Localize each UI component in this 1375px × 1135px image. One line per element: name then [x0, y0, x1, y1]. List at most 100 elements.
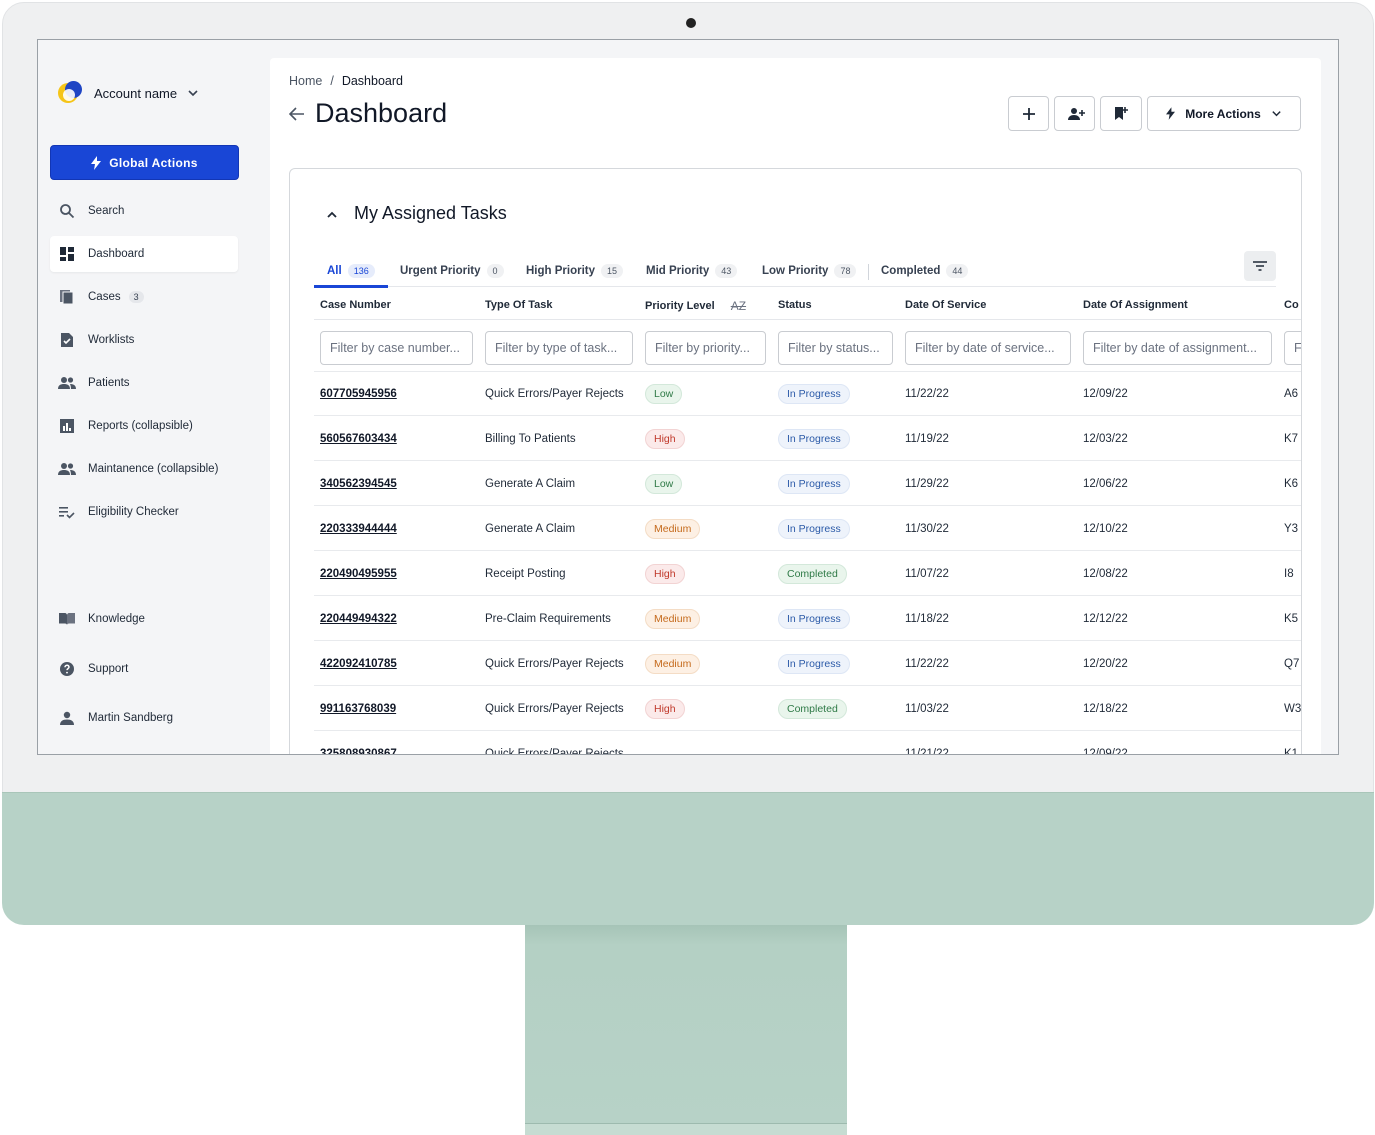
- card-header[interactable]: My Assigned Tasks: [326, 203, 507, 224]
- sidebar-item-eligibility-checker[interactable]: Eligibility Checker: [50, 494, 238, 530]
- column-header-priority-level[interactable]: Priority Level AZ: [645, 299, 746, 313]
- task-type-cell: Generate A Claim: [485, 477, 576, 490]
- table-cell: 11/30/22: [905, 506, 949, 551]
- monitor-chin: [2, 792, 1374, 925]
- case-number-link[interactable]: 220490495955: [320, 568, 397, 580]
- breadcrumb-home-link[interactable]: Home: [289, 74, 322, 88]
- sidebar-item-worklists[interactable]: Worklists: [50, 322, 238, 358]
- table-cell: 11/19/22: [905, 416, 949, 461]
- main-panel: Home / Dashboard Dashboard More Actions: [270, 58, 1321, 755]
- table-cell: 12/09/22: [1083, 371, 1128, 416]
- account-switcher[interactable]: Account name: [58, 80, 199, 106]
- column-header-code[interactable]: Co: [1284, 299, 1299, 311]
- add-button[interactable]: [1008, 96, 1049, 131]
- tab-urgent-priority[interactable]: Urgent Priority 0: [400, 255, 504, 287]
- sidebar-item-support[interactable]: Support: [50, 651, 238, 687]
- tab-bar: All 136 Urgent Priority 0 High Priority …: [314, 255, 1276, 288]
- bookmark-button[interactable]: [1100, 96, 1142, 131]
- sidebar-item-dashboard[interactable]: Dashboard: [50, 236, 238, 272]
- sidebar-item-reports[interactable]: Reports (collapsible): [50, 408, 238, 444]
- column-header-case-number[interactable]: Case Number: [320, 299, 391, 311]
- table-row[interactable]: 560567603434 Billing To Patients High In Pr…: [314, 416, 1301, 461]
- case-number-link[interactable]: 340562394545: [320, 478, 397, 490]
- table-row[interactable]: 220490495955 Receipt Posting High Completed…: [314, 551, 1301, 596]
- search-icon: [58, 202, 76, 220]
- table-cell: Pre-Claim Requirements: [485, 596, 611, 641]
- case-number-link[interactable]: 560567603434: [320, 433, 397, 445]
- tab-low-priority[interactable]: Low Priority 78: [762, 255, 857, 287]
- date-of-service-cell: 11/22/22: [905, 387, 949, 400]
- case-number-link[interactable]: 220449494322: [320, 613, 397, 625]
- date-of-service-cell: 11/07/22: [905, 567, 949, 580]
- sidebar-item-cases[interactable]: Cases 3: [50, 279, 238, 315]
- tab-completed[interactable]: Completed 44: [881, 255, 969, 287]
- case-number-link[interactable]: 220333944444: [320, 523, 397, 535]
- more-actions-button[interactable]: More Actions: [1147, 96, 1301, 131]
- global-actions-button[interactable]: Global Actions: [50, 145, 239, 180]
- case-number-link[interactable]: 422092410785: [320, 658, 397, 670]
- add-user-button[interactable]: [1054, 96, 1095, 131]
- column-header-status[interactable]: Status: [778, 299, 812, 311]
- table-cell: Medium: [645, 596, 701, 641]
- table-cell: Y3: [1284, 506, 1298, 551]
- sidebar-item-label: Cases: [88, 291, 121, 303]
- filter-status-input[interactable]: [778, 331, 893, 365]
- sidebar-item-patients[interactable]: Patients: [50, 365, 238, 401]
- table-row[interactable]: 422092410785 Quick Errors/Payer Rejects Me…: [314, 641, 1301, 686]
- column-header-label: Date Of Assignment: [1083, 299, 1188, 311]
- sidebar-item-label: Search: [88, 205, 125, 217]
- case-number-link[interactable]: 991163768039: [320, 703, 396, 715]
- lightning-icon: [91, 155, 102, 170]
- table-cell: K6: [1284, 461, 1298, 506]
- tab-all[interactable]: All 136: [327, 255, 375, 287]
- table-row[interactable]: 325808930867 Quick Errors/Payer Rejects 11…: [314, 731, 1301, 755]
- status-badge: In Progress: [778, 653, 850, 674]
- chevron-up-icon[interactable]: [326, 210, 338, 218]
- date-of-assignment-cell: 12/10/22: [1083, 522, 1128, 535]
- table-row[interactable]: 220333944444 Generate A Claim Medium In Pro…: [314, 506, 1301, 551]
- table-row[interactable]: 340562394545 Generate A Claim Low In Progre…: [314, 461, 1301, 506]
- table-row[interactable]: 607705945956 Quick Errors/Payer Rejects Lo…: [314, 371, 1301, 416]
- filter-date-of-assignment-input[interactable]: [1083, 331, 1272, 365]
- sidebar-item-label: Martin Sandberg: [88, 712, 174, 724]
- tab-label: Urgent Priority: [400, 265, 481, 277]
- sidebar-item-search[interactable]: Search: [50, 193, 238, 229]
- filter-priority-input[interactable]: [645, 331, 766, 365]
- table-row[interactable]: 991163768039 Quick Errors/Payer Rejects Hi…: [314, 686, 1301, 731]
- table-cell: In Progress: [778, 506, 850, 551]
- sidebar-item-maintenance[interactable]: Maintanence (collapsible): [50, 451, 238, 487]
- date-of-service-cell: 11/18/22: [905, 612, 949, 625]
- filter-code-input[interactable]: [1284, 331, 1301, 365]
- table-cell: 12/03/22: [1083, 416, 1128, 461]
- filter-case-number-input[interactable]: [320, 331, 473, 365]
- back-arrow-icon[interactable]: [289, 106, 305, 121]
- filter-button[interactable]: [1244, 251, 1276, 281]
- plus-icon: [1022, 107, 1035, 120]
- table-cell: A6: [1284, 371, 1298, 416]
- date-of-service-cell: 11/22/22: [905, 657, 949, 670]
- sidebar-item-label: Eligibility Checker: [88, 506, 179, 518]
- sidebar-item-knowledge[interactable]: Knowledge: [50, 601, 238, 637]
- tab-mid-priority[interactable]: Mid Priority 43: [646, 255, 738, 287]
- more-actions-label: More Actions: [1185, 106, 1261, 121]
- sort-az-icon[interactable]: AZ: [731, 299, 746, 313]
- table-cell: 422092410785: [320, 641, 397, 686]
- tab-label: All: [327, 265, 342, 277]
- date-of-service-cell: 11/19/22: [905, 432, 949, 445]
- table-cell: Low: [645, 371, 683, 416]
- case-number-link[interactable]: 325808930867: [320, 748, 397, 755]
- case-number-link[interactable]: 607705945956: [320, 388, 397, 400]
- table-row[interactable]: 220449494322 Pre-Claim Requirements Medium…: [314, 596, 1301, 641]
- tab-count: 78: [834, 264, 857, 278]
- table-cell: 12/09/22: [1083, 731, 1128, 755]
- filter-date-of-service-input[interactable]: [905, 331, 1071, 365]
- column-header-type-of-task[interactable]: Type Of Task: [485, 299, 552, 311]
- user-icon: [58, 709, 76, 727]
- filter-type-of-task-input[interactable]: [485, 331, 633, 365]
- table-cell: 11/22/22: [905, 371, 949, 416]
- status-badge: In Progress: [778, 518, 850, 539]
- column-header-date-of-service[interactable]: Date Of Service: [905, 299, 986, 311]
- tab-high-priority[interactable]: High Priority 15: [526, 255, 624, 287]
- column-header-date-of-assignment[interactable]: Date Of Assignment: [1083, 299, 1188, 311]
- sidebar-item-user[interactable]: Martin Sandberg: [50, 700, 238, 736]
